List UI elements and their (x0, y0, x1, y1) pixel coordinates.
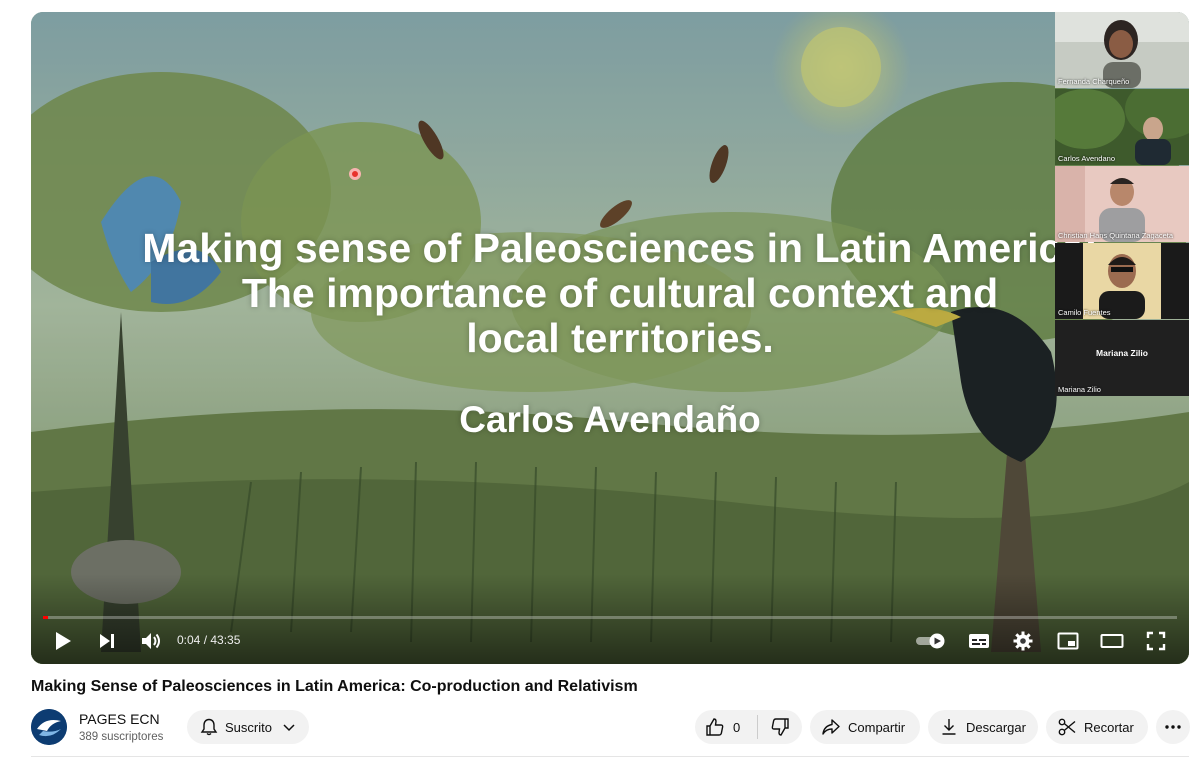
channel-name[interactable]: PAGES ECN (79, 711, 160, 727)
miniplayer-button[interactable] (1055, 628, 1081, 654)
next-button[interactable] (95, 628, 119, 654)
more-actions-button[interactable] (1156, 710, 1190, 744)
bell-icon (200, 718, 218, 736)
participant-name: Carlos Avendano (1058, 154, 1115, 163)
time-display: 0:04 / 43:35 (177, 633, 241, 647)
clip-label: Recortar (1084, 719, 1134, 735)
thumbs-down-icon (771, 718, 789, 736)
like-button[interactable]: 0 (705, 717, 740, 737)
participant-tile: Carlos Avendano (1055, 89, 1189, 165)
download-label: Descargar (966, 719, 1026, 735)
fullscreen-button[interactable] (1144, 628, 1168, 654)
video-title: Making Sense of Paleosciences in Latin A… (31, 678, 638, 695)
dislike-button[interactable] (770, 717, 790, 737)
channel-subscriber-count: 389 suscriptores (79, 731, 164, 743)
miniplayer-icon (1057, 632, 1079, 650)
participant-tile: Mariana Zilio Mariana Zilio (1055, 320, 1189, 396)
volume-button[interactable] (138, 628, 164, 654)
participant-tile: Fernanda Charqueño (1055, 12, 1189, 88)
theater-icon (1100, 634, 1124, 648)
chevron-down-icon (283, 724, 295, 732)
recording-indicator-icon (349, 168, 361, 180)
subscribed-button[interactable]: Suscrito (187, 710, 309, 744)
slide-title: Making sense of Paleosciences in Latin A… (41, 226, 1189, 361)
thumbs-up-icon (706, 718, 724, 736)
participant-tile: Christian Hans Quintana Zagaceta (1055, 166, 1189, 242)
volume-icon (142, 633, 160, 649)
participant-name-placeholder: Mariana Zilio (1096, 348, 1148, 358)
section-divider (31, 756, 1189, 757)
clip-button[interactable]: Recortar (1046, 710, 1148, 744)
fullscreen-icon (1146, 631, 1166, 651)
subtitles-icon (969, 634, 989, 648)
theater-mode-button[interactable] (1099, 628, 1125, 654)
share-button[interactable]: Compartir (810, 710, 920, 744)
participant-name: Fernanda Charqueño (1058, 77, 1130, 86)
slide-title-line-1: Making sense of Paleosciences in Latin A… (142, 225, 1098, 271)
settings-button[interactable] (1011, 628, 1035, 654)
share-label: Compartir (848, 719, 906, 735)
autoplay-toggle[interactable] (915, 628, 947, 654)
progress-bar-played (43, 616, 48, 619)
settings-icon (1013, 631, 1033, 651)
video-player[interactable]: Making sense of Paleosciences in Latin A… (31, 12, 1189, 664)
participant-tile: Camilo Fuentes (1055, 243, 1189, 319)
download-button[interactable]: Descargar (928, 710, 1038, 744)
next-icon (100, 634, 114, 648)
progress-bar[interactable] (43, 616, 1177, 619)
subtitles-button[interactable] (967, 628, 991, 654)
participants-panel: Fernanda Charqueño Carlos Avendano Chris… (1055, 12, 1189, 397)
slide-title-line-3: local territories. (466, 315, 774, 361)
like-divider (757, 715, 759, 739)
scissors-icon (1058, 718, 1076, 736)
more-horizontal-icon (1165, 725, 1181, 729)
slide-author: Carlos Avendaño (459, 399, 761, 440)
channel-logo-icon (31, 709, 67, 745)
download-icon (942, 719, 956, 735)
like-dislike-group: 0 (695, 710, 802, 744)
share-icon (822, 719, 840, 735)
slide-title-line-2: The importance of cultural context and (241, 270, 999, 316)
play-button[interactable] (51, 628, 75, 654)
participant-name: Christian Hans Quintana Zagaceta (1058, 231, 1174, 240)
autoplay-toggle-icon (916, 633, 945, 649)
participant-name: Camilo Fuentes (1058, 308, 1111, 317)
like-count: 0 (733, 719, 741, 735)
play-icon (56, 632, 71, 650)
channel-avatar[interactable] (31, 709, 67, 745)
participant-name: Mariana Zilio (1058, 385, 1101, 394)
subscribed-label: Suscrito (225, 719, 272, 735)
